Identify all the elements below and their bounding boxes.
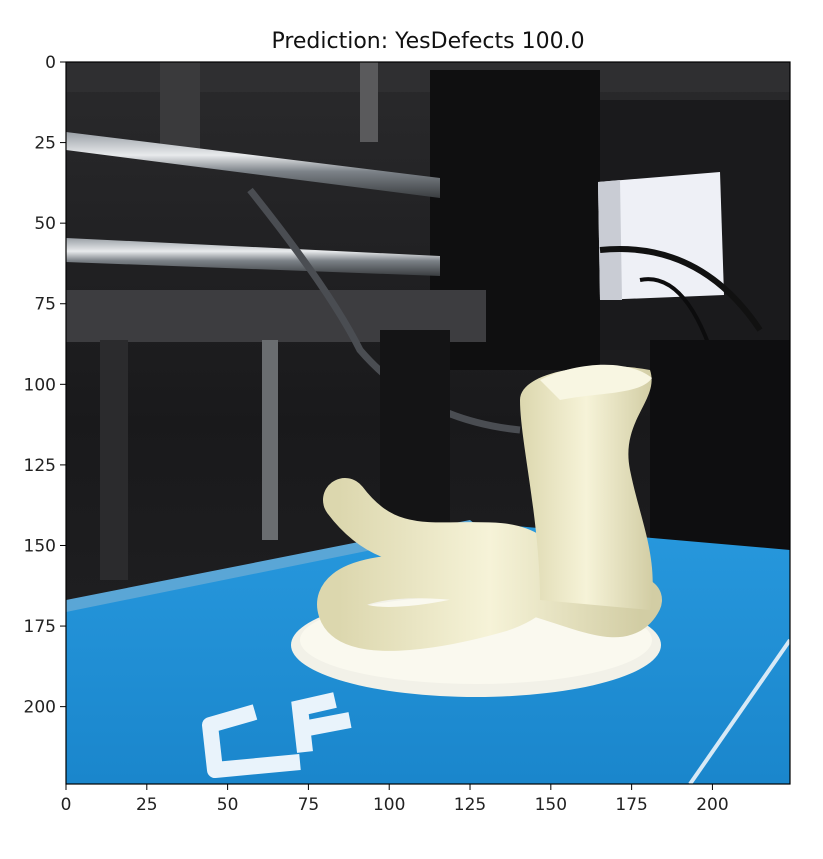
- y-tick-label: 175: [24, 617, 56, 637]
- y-axis: 0 25 50 75 100 125 150 175 200: [24, 53, 66, 718]
- y-tick-label: 25: [34, 134, 56, 154]
- figure: Prediction: YesDefects 100.0 0 25 50 75 …: [24, 29, 791, 815]
- x-tick-label: 50: [217, 795, 239, 815]
- printer-photo: [66, 62, 790, 784]
- x-tick-label: 75: [298, 795, 320, 815]
- x-tick-label: 125: [454, 795, 486, 815]
- y-tick-label: 200: [24, 698, 56, 718]
- x-tick-label: 100: [373, 795, 405, 815]
- x-tick-label: 175: [615, 795, 647, 815]
- chart-title: Prediction: YesDefects 100.0: [271, 29, 584, 54]
- y-tick-label: 75: [34, 295, 56, 315]
- y-tick-label: 100: [24, 375, 56, 395]
- y-tick-label: 125: [24, 456, 56, 476]
- x-tick-label: 0: [61, 795, 72, 815]
- x-axis: 0 25 50 75 100 125 150 175 200: [61, 784, 729, 815]
- x-tick-label: 25: [136, 795, 158, 815]
- y-tick-label: 150: [24, 536, 56, 556]
- y-tick-label: 0: [45, 53, 56, 73]
- y-tick-label: 50: [34, 214, 56, 234]
- x-tick-label: 200: [696, 795, 728, 815]
- x-tick-label: 150: [535, 795, 567, 815]
